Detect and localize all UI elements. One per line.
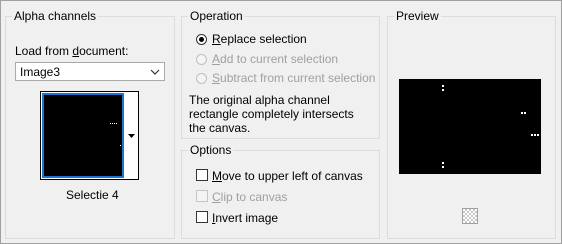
clip-to-canvas-checkbox[interactable] [196,190,208,202]
thumbnail-caption: Selectie 4 [66,188,119,202]
channel-thumbnail-picker[interactable] [40,91,139,180]
replace-selection-label[interactable]: Replace selection [212,32,307,46]
subtract-from-selection-label[interactable]: Subtract from current selection [212,71,375,85]
document-select-value: Image3 [20,65,61,79]
document-select[interactable]: Image3 [15,62,165,81]
clip-to-canvas-label[interactable]: Clip to canvas [212,190,287,204]
options-title: Options [188,143,234,157]
operation-title: Operation [188,9,245,23]
invert-image-checkbox[interactable] [196,211,208,223]
chevron-down-icon[interactable] [148,64,162,79]
channel-thumbnail[interactable] [42,93,124,178]
alpha-channels-title: Alpha channels [12,9,99,23]
move-to-upper-left-checkbox[interactable] [196,169,208,181]
replace-selection-radio[interactable] [196,34,207,45]
invert-image-label[interactable]: Invert image [212,211,278,225]
operation-description: The original alpha channel rectangle com… [189,93,354,135]
selection-preview [399,79,541,174]
subtract-from-selection-radio[interactable] [196,73,207,84]
preview-title: Preview [394,9,441,23]
thumbnail-dropdown-button[interactable] [125,92,138,179]
add-to-selection-label[interactable]: Add to current selection [212,52,338,66]
move-to-upper-left-label[interactable]: Move to upper left of canvas [212,169,363,183]
load-from-document-label: Load from document: [15,44,129,58]
transparency-checker-icon[interactable] [462,208,478,224]
caret-down-icon [128,133,135,138]
add-to-selection-radio[interactable] [196,54,207,65]
